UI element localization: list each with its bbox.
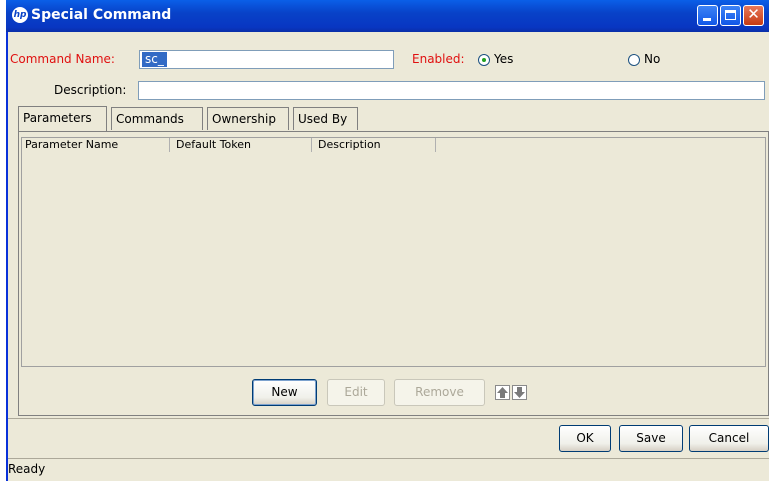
description-input[interactable] (138, 81, 765, 100)
minimize-button[interactable] (697, 5, 718, 26)
close-button[interactable]: ✕ (743, 5, 764, 26)
command-name-label: Command Name: (10, 52, 115, 66)
parameters-table[interactable]: Parameter Name Default Token Description (21, 137, 766, 367)
enabled-yes-radio[interactable] (478, 54, 490, 66)
remove-button[interactable]: Remove (394, 379, 485, 406)
arrow-up-icon (497, 387, 508, 398)
move-up-button[interactable] (495, 385, 510, 400)
tab-used-by[interactable]: Used By (293, 107, 358, 130)
close-icon: ✕ (747, 5, 760, 23)
cancel-button[interactable]: Cancel (689, 425, 769, 452)
ok-button[interactable]: OK (559, 425, 611, 452)
column-header-description[interactable]: Description (312, 138, 436, 152)
move-down-button[interactable] (512, 385, 527, 400)
tab-parameters[interactable]: Parameters (18, 106, 107, 131)
tab-ownership[interactable]: Ownership (207, 107, 289, 130)
status-divider (8, 458, 769, 459)
description-label: Description: (54, 83, 127, 97)
enabled-no-label[interactable]: No (644, 52, 660, 66)
command-name-input[interactable]: sc_ (139, 50, 394, 69)
column-header-default-token[interactable]: Default Token (170, 138, 312, 152)
new-button[interactable]: New (252, 379, 317, 406)
window-title: Special Command (31, 7, 172, 23)
maximize-button[interactable] (720, 5, 741, 26)
column-header-parameter-name[interactable]: Parameter Name (22, 138, 170, 152)
tab-commands[interactable]: Commands (111, 107, 203, 130)
status-text: Ready (8, 462, 46, 476)
enabled-no-radio[interactable] (628, 54, 640, 66)
enabled-label: Enabled: (412, 52, 465, 66)
arrow-down-icon (514, 387, 525, 398)
hp-logo-icon: hp (12, 7, 28, 23)
save-button[interactable]: Save (619, 425, 683, 452)
enabled-yes-label[interactable]: Yes (494, 52, 513, 66)
divider (8, 418, 769, 419)
edit-button[interactable]: Edit (327, 379, 385, 406)
parameters-panel: Parameter Name Default Token Description… (18, 131, 769, 416)
command-name-value: sc_ (142, 52, 167, 67)
title-bar[interactable]: hp Special Command ✕ (6, 0, 769, 32)
special-command-window: hp Special Command ✕ Command Name: sc_ E… (6, 0, 769, 481)
